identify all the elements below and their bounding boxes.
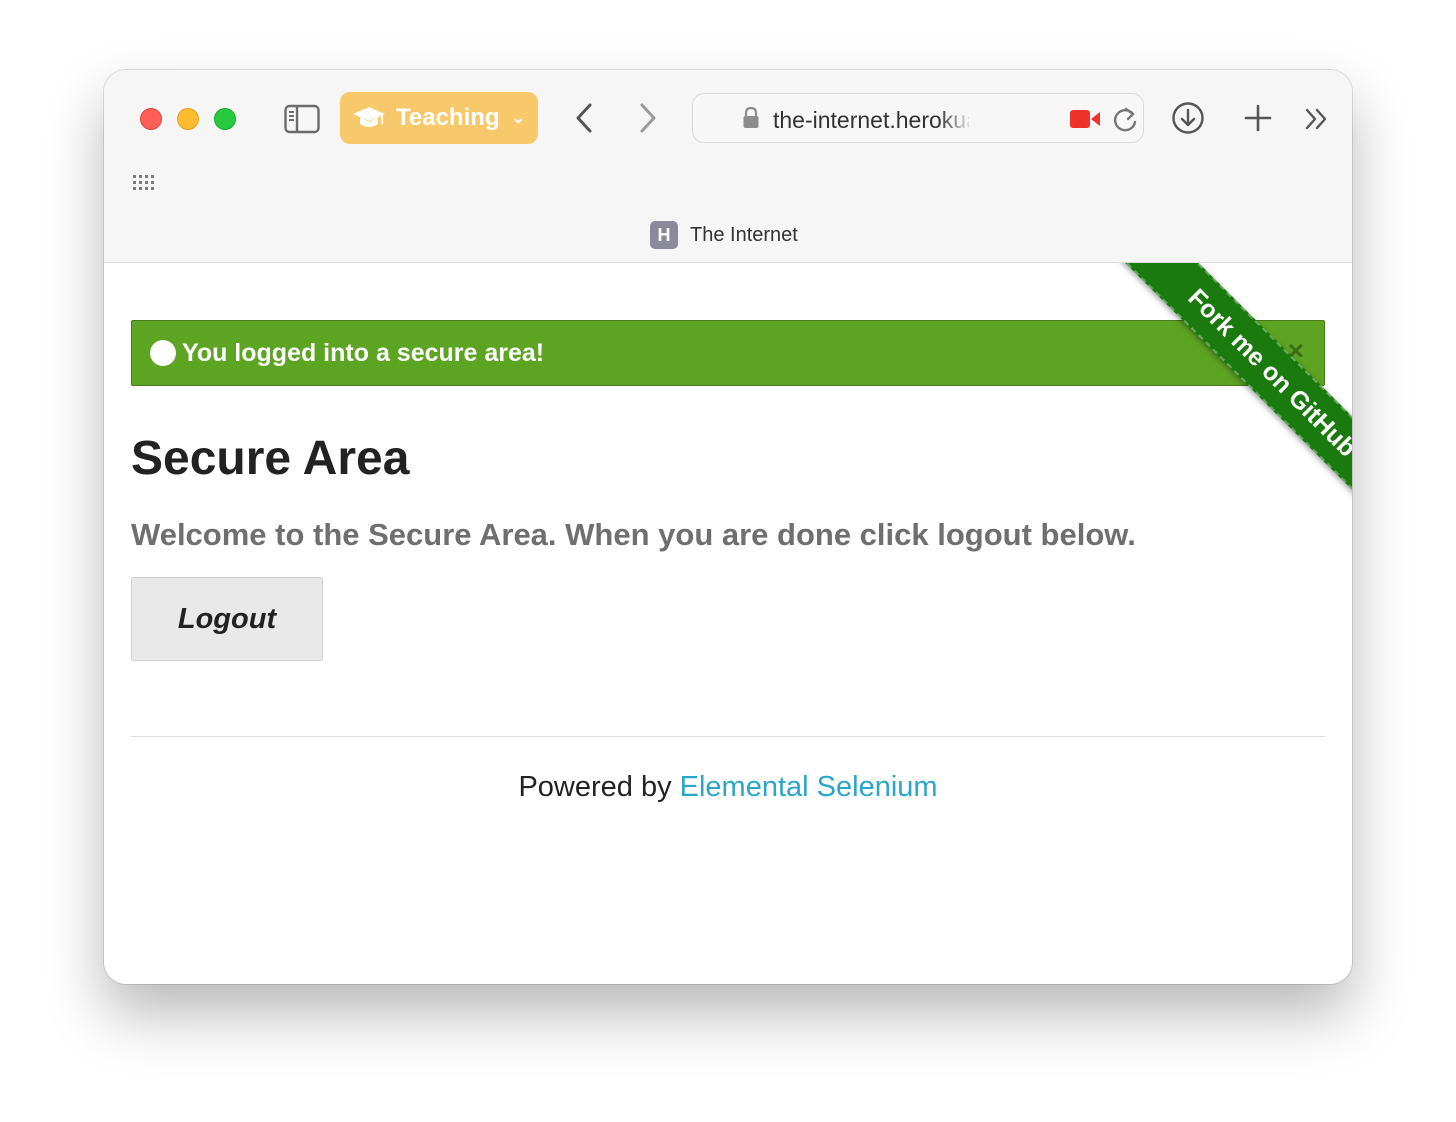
page-subheader: Welcome to the Secure Area. When you are… [131,517,1136,552]
lock-icon [743,106,759,129]
browser-window: Teaching ⌄ the-internet.herokuapp.com [104,70,1352,984]
double-chevron-right-icon[interactable] [1300,102,1334,136]
graduation-cap-icon [352,103,388,133]
close-window-button[interactable] [140,108,162,130]
elemental-selenium-link[interactable]: Elemental Selenium [680,771,938,803]
tab-group-label: Teaching [396,104,500,131]
favorites-grid-icon[interactable] [130,170,160,194]
footer-divider [131,736,1325,737]
github-ribbon-container: Fork me on GitHub [1092,263,1352,523]
back-arrow-icon[interactable] [566,100,602,136]
minimize-window-button[interactable] [177,108,199,130]
address-bar[interactable]: the-internet.herokuapp.com [692,93,1144,143]
reload-icon[interactable] [1111,104,1139,134]
active-tab[interactable]: H The Internet [650,220,798,250]
download-icon[interactable] [1170,100,1206,136]
chevron-down-icon: ⌄ [511,110,525,127]
flash-message-text: You logged into a secure area! [182,338,545,367]
page-title: Secure Area [131,432,410,485]
new-tab-plus-icon[interactable] [1240,100,1276,136]
footer-prefix: Powered by [518,771,680,803]
check-circle-icon [150,340,176,366]
sidebar-toggle-icon[interactable] [282,102,322,136]
logout-button[interactable]: Logout [131,577,323,661]
page-footer: Powered by Elemental Selenium [104,771,1352,804]
page-content: You logged into a secure area! × Fork me… [104,263,1352,984]
tab-group-button[interactable]: Teaching ⌄ [340,92,538,144]
forward-arrow-icon[interactable] [630,100,666,136]
browser-toolbar: Teaching ⌄ the-internet.herokuapp.com [104,70,1352,263]
camera-recording-icon[interactable] [1069,108,1101,130]
zoom-window-button[interactable] [214,108,236,130]
site-favicon-icon: H [650,221,678,249]
tab-title: The Internet [690,223,798,246]
fork-me-on-github-ribbon[interactable]: Fork me on GitHub [1119,263,1352,523]
